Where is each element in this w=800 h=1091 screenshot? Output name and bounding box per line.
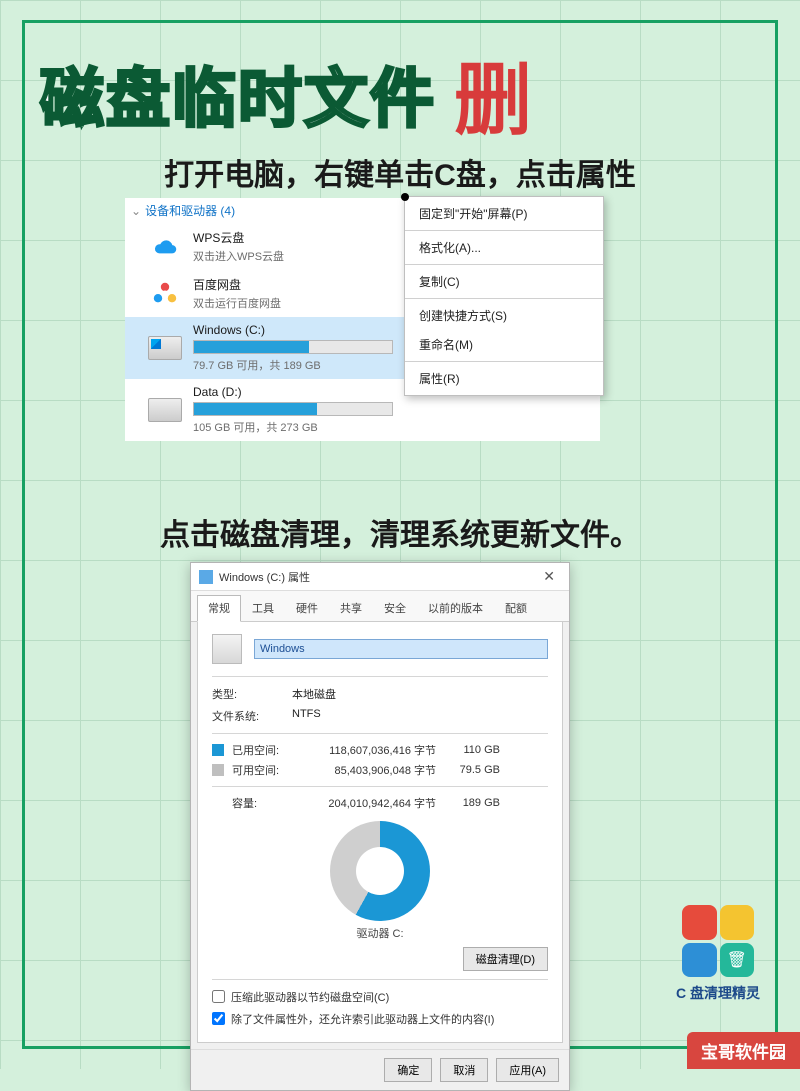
index-checkbox-row[interactable]: 除了文件属性外，还允许索引此驱动器上文件的内容(I) — [212, 1008, 548, 1030]
title-row: 磁盘临时文件 删 — [40, 38, 760, 150]
subtitle-1: 打开电脑，右键单击C盘，点击属性 — [40, 150, 760, 194]
chevron-down-icon: ⌄ — [131, 204, 141, 218]
drive-sub: 105 GB 可用，共 273 GB — [193, 419, 590, 435]
disk-icon — [199, 570, 213, 584]
cap-gb: 189 GB — [444, 797, 500, 809]
fs-label: 文件系统: — [212, 708, 292, 724]
hdd-icon — [147, 334, 183, 362]
disk-icon — [212, 634, 242, 664]
tabs: 常规 工具 硬件 共享 安全 以前的版本 配额 — [191, 591, 569, 622]
brand-text: C 盘清理精灵 — [676, 983, 760, 1003]
used-bytes: 118,607,036,416 字节 — [296, 742, 436, 758]
cancel-button[interactable]: 取消 — [440, 1058, 488, 1082]
hdd-icon — [147, 396, 183, 424]
menu-separator — [405, 230, 603, 231]
brand-logo-icon: 🗑 — [682, 905, 754, 977]
apply-button[interactable]: 应用(A) — [496, 1058, 559, 1082]
ok-button[interactable]: 确定 — [384, 1058, 432, 1082]
tab-tools[interactable]: 工具 — [241, 595, 285, 621]
menu-rename[interactable]: 重命名(M) — [405, 330, 603, 359]
free-swatch — [212, 764, 224, 776]
tab-sharing[interactable]: 共享 — [329, 595, 373, 621]
dialog-body: 类型:本地磁盘 文件系统:NTFS 已用空间: 118,607,036,416 … — [197, 622, 563, 1043]
used-label: 已用空间: — [232, 742, 288, 758]
usage-donut-chart — [330, 821, 430, 921]
used-swatch — [212, 744, 224, 756]
tab-prev[interactable]: 以前的版本 — [417, 595, 494, 621]
index-label: 除了文件属性外，还允许索引此驱动器上文件的内容(I) — [231, 1011, 494, 1027]
cap-label: 容量: — [232, 795, 288, 811]
type-label: 类型: — [212, 686, 292, 702]
menu-format[interactable]: 格式化(A)... — [405, 233, 603, 262]
watermark: 宝哥软件园 — [687, 1032, 800, 1069]
subtitle-2: 点击磁盘清理，清理系统更新文件。 — [40, 510, 760, 554]
used-gb: 110 GB — [444, 744, 500, 756]
title-main: 磁盘临时文件 — [40, 48, 436, 140]
menu-copy[interactable]: 复制(C) — [405, 267, 603, 296]
tab-security[interactable]: 安全 — [373, 595, 417, 621]
dialog-buttons: 确定 取消 应用(A) — [191, 1049, 569, 1090]
index-checkbox[interactable] — [212, 1012, 225, 1025]
compress-checkbox-row[interactable]: 压缩此驱动器以节约磁盘空间(C) — [212, 986, 548, 1008]
context-menu: 固定到"开始"屏幕(P) 格式化(A)... 复制(C) 创建快捷方式(S) 重… — [404, 196, 604, 396]
volume-name-input[interactable] — [254, 639, 548, 659]
section-header-text: 设备和驱动器 (4) — [145, 202, 235, 219]
menu-separator — [405, 298, 603, 299]
cloud-icon — [147, 233, 183, 261]
compress-label: 压缩此驱动器以节约磁盘空间(C) — [231, 989, 389, 1005]
tab-quota[interactable]: 配额 — [494, 595, 538, 621]
tab-hardware[interactable]: 硬件 — [285, 595, 329, 621]
baidu-icon — [147, 280, 183, 308]
title-accent: 删 — [454, 38, 526, 150]
pointer-dot-icon — [401, 193, 409, 201]
free-label: 可用空间: — [232, 762, 288, 778]
type-value: 本地磁盘 — [292, 686, 336, 702]
tab-general[interactable]: 常规 — [197, 595, 241, 622]
compress-checkbox[interactable] — [212, 990, 225, 1003]
cap-bytes: 204,010,942,464 字节 — [296, 795, 436, 811]
properties-dialog: Windows (C:) 属性 ✕ 常规 工具 硬件 共享 安全 以前的版本 配… — [190, 562, 570, 1091]
free-gb: 79.5 GB — [444, 764, 500, 776]
menu-shortcut[interactable]: 创建快捷方式(S) — [405, 301, 603, 330]
dialog-titlebar[interactable]: Windows (C:) 属性 ✕ — [191, 563, 569, 591]
menu-separator — [405, 361, 603, 362]
free-bytes: 85,403,906,048 字节 — [296, 762, 436, 778]
usage-bar — [193, 402, 393, 416]
menu-separator — [405, 264, 603, 265]
brand-badge: 🗑 C 盘清理精灵 — [676, 905, 760, 1003]
close-button[interactable]: ✕ — [537, 568, 561, 585]
dialog-title: Windows (C:) 属性 — [219, 569, 531, 585]
usage-bar — [193, 340, 393, 354]
disk-cleanup-button[interactable]: 磁盘清理(D) — [463, 947, 548, 971]
fs-value: NTFS — [292, 708, 321, 724]
menu-properties[interactable]: 属性(R) — [405, 364, 603, 393]
drive-label: 驱动器 C: — [212, 925, 548, 941]
menu-pin[interactable]: 固定到"开始"屏幕(P) — [405, 199, 603, 228]
